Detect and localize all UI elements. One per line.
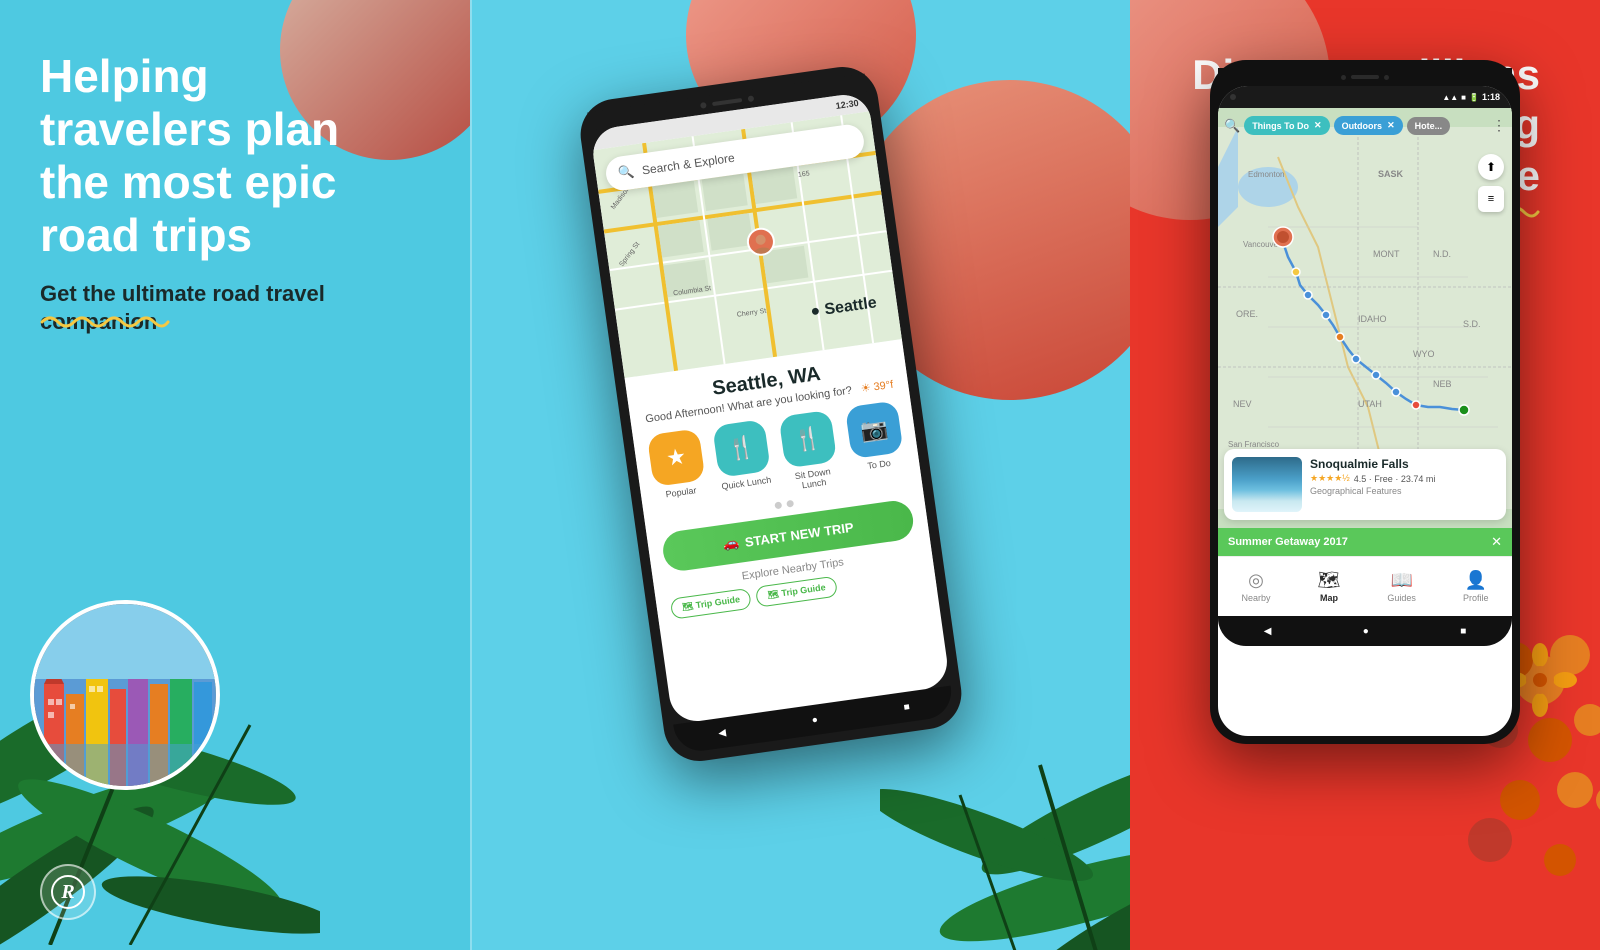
- wifi-icon: ▲▲: [1442, 93, 1458, 102]
- phone-time: 12:30: [835, 98, 859, 111]
- right-phone-time: 1:18: [1482, 92, 1500, 102]
- nearby-label: Nearby: [1242, 593, 1271, 603]
- back-button[interactable]: ◀: [718, 727, 727, 739]
- wavy-decoration-left: [40, 310, 170, 339]
- popular-icon-box: ★: [647, 428, 706, 487]
- cat-quick-lunch[interactable]: 🍴 Quick Lunch: [712, 419, 774, 501]
- status-icons: ▲▲ ■ 🔋 1:18: [1442, 92, 1500, 102]
- svg-text:Edmonton: Edmonton: [1248, 170, 1284, 179]
- filter-outdoors-label: Outdoors: [1342, 121, 1383, 131]
- right-back-button[interactable]: ◀: [1264, 626, 1272, 637]
- svg-text:IDAHO: IDAHO: [1358, 314, 1387, 324]
- svg-text:NEB: NEB: [1433, 379, 1452, 389]
- svg-text:N.D.: N.D.: [1433, 249, 1451, 259]
- result-rating-value: 4.5 · Free · 23.74 mi: [1354, 474, 1436, 484]
- filter-things-to-do-label: Things To Do: [1252, 121, 1309, 131]
- guides-icon: 📖: [1390, 570, 1412, 591]
- cat-sit-down-lunch[interactable]: 🍴 Sit Down Lunch: [777, 410, 841, 493]
- filter-outdoors[interactable]: Outdoors ✕: [1334, 116, 1403, 135]
- quick-lunch-icon-box: 🍴: [712, 419, 771, 478]
- trip-banner-text: Summer Getaway 2017: [1228, 536, 1348, 548]
- cat-sit-down-lunch-label: Sit Down Lunch: [785, 465, 841, 492]
- nav-nearby[interactable]: ◎ Nearby: [1242, 570, 1271, 603]
- main-headline: Helping travelers plan the most epic roa…: [40, 50, 360, 262]
- nav-profile[interactable]: 👤 Profile: [1463, 570, 1489, 603]
- result-info: Snoqualmie Falls ★★★★½ 4.5 · Free · 23.7…: [1310, 457, 1498, 512]
- filter-hotels-label: Hote...: [1415, 121, 1443, 131]
- filter-search-icon: 🔍: [1224, 118, 1240, 134]
- right-phone-nav: ◎ Nearby 🗺 Map 📖 Guides 👤 Profile: [1218, 556, 1512, 616]
- svg-text:SASK: SASK: [1378, 169, 1404, 179]
- right-recents-button[interactable]: ■: [1460, 626, 1466, 637]
- filter-hotels[interactable]: Hote...: [1407, 117, 1451, 135]
- filter-things-to-do-close[interactable]: ✕: [1314, 120, 1322, 131]
- svg-text:MONT: MONT: [1373, 249, 1400, 259]
- cat-popular[interactable]: ★ Popular: [647, 428, 709, 510]
- map-label: Map: [1320, 593, 1338, 603]
- result-stars: ★★★★½: [1310, 473, 1350, 484]
- profile-icon: 👤: [1465, 570, 1487, 591]
- nav-map[interactable]: 🗺 Map: [1318, 570, 1341, 603]
- right-home-button[interactable]: ●: [1363, 626, 1369, 637]
- right-phone-map: SASK Edmonton Vancouver MONT N.D. S.D. O…: [1218, 108, 1512, 528]
- svg-text:UTAH: UTAH: [1358, 399, 1382, 409]
- cat-popular-label: Popular: [665, 485, 697, 499]
- left-panel: Helping travelers plan the most epic roa…: [0, 0, 470, 950]
- right-phone-status-bar: ▲▲ ■ 🔋 1:18: [1218, 86, 1512, 108]
- filter-bar: 🔍 Things To Do ✕ Outdoors ✕ Hote... ⋮: [1224, 116, 1506, 135]
- trip-chip-1[interactable]: 🗺 Trip Guide: [670, 588, 753, 620]
- map-icon: 🗺: [1318, 570, 1341, 591]
- right-phone-camera-dot: [1230, 94, 1236, 100]
- svg-text:San Francisco: San Francisco: [1228, 440, 1280, 449]
- things-to-do-icon-box: 📷: [845, 400, 904, 459]
- result-category: Geographical Features: [1310, 486, 1498, 496]
- battery-icon: 🔋: [1469, 93, 1479, 102]
- sit-down-lunch-icon-box: 🍴: [778, 410, 837, 469]
- phone-search-icon: 🔍: [617, 164, 635, 182]
- waterfall-image: [1232, 457, 1302, 512]
- right-android-nav: ◀ ● ■: [1218, 616, 1512, 646]
- result-card[interactable]: Snoqualmie Falls ★★★★½ 4.5 · Free · 23.7…: [1224, 449, 1506, 520]
- map-layers-button[interactable]: ≡: [1478, 186, 1504, 212]
- signal-icon: ■: [1461, 93, 1466, 102]
- trip-chip-2[interactable]: 🗺 Trip Guide: [755, 576, 838, 608]
- svg-text:S.D.: S.D.: [1463, 319, 1481, 329]
- filter-things-to-do[interactable]: Things To Do ✕: [1244, 116, 1329, 135]
- nearby-icon: ◎: [1248, 570, 1264, 591]
- cat-quick-lunch-label: Quick Lunch: [721, 475, 772, 492]
- cat-things-to-do[interactable]: 📷 To Do: [845, 400, 907, 482]
- recents-button[interactable]: ■: [903, 701, 911, 713]
- svg-text:ORE.: ORE.: [1236, 309, 1258, 319]
- result-rating-row: ★★★★½ 4.5 · Free · 23.74 mi: [1310, 473, 1498, 484]
- svg-text:R: R: [60, 881, 74, 903]
- phone-map-view: 🔍 Search & Explore ● Seattle Pike Madiso…: [593, 111, 902, 378]
- app-logo: R: [40, 864, 96, 920]
- cinque-terre-photo: [30, 600, 220, 790]
- svg-text:NEV: NEV: [1233, 399, 1252, 409]
- result-thumbnail: [1232, 457, 1302, 512]
- start-trip-label: START NEW TRIP: [744, 519, 855, 549]
- left-headline-block: Helping travelers plan the most epic roa…: [40, 50, 360, 337]
- map-compass-button[interactable]: ⬆: [1478, 154, 1504, 180]
- cat-things-to-do-label: To Do: [867, 458, 892, 471]
- trip-banner-close[interactable]: ✕: [1491, 534, 1502, 550]
- right-panel: Discover millions of places along your r…: [1130, 0, 1600, 950]
- filter-more-icon[interactable]: ⋮: [1492, 117, 1506, 134]
- home-button[interactable]: ●: [811, 714, 819, 726]
- result-name: Snoqualmie Falls: [1310, 457, 1498, 471]
- trip-banner: Summer Getaway 2017 ✕: [1218, 528, 1512, 556]
- filter-outdoors-close[interactable]: ✕: [1387, 120, 1395, 131]
- guides-label: Guides: [1387, 593, 1416, 603]
- svg-text:WYO: WYO: [1413, 349, 1435, 359]
- profile-label: Profile: [1463, 593, 1489, 603]
- phone-search-text: Search & Explore: [641, 151, 735, 178]
- nav-guides[interactable]: 📖 Guides: [1387, 570, 1416, 603]
- center-panel: 12:30: [470, 0, 1130, 950]
- right-phone-mockup: ▲▲ ■ 🔋 1:18: [1210, 60, 1520, 744]
- phone-bottom-content: Seattle, WA Good Afternoon! What are you…: [625, 339, 938, 629]
